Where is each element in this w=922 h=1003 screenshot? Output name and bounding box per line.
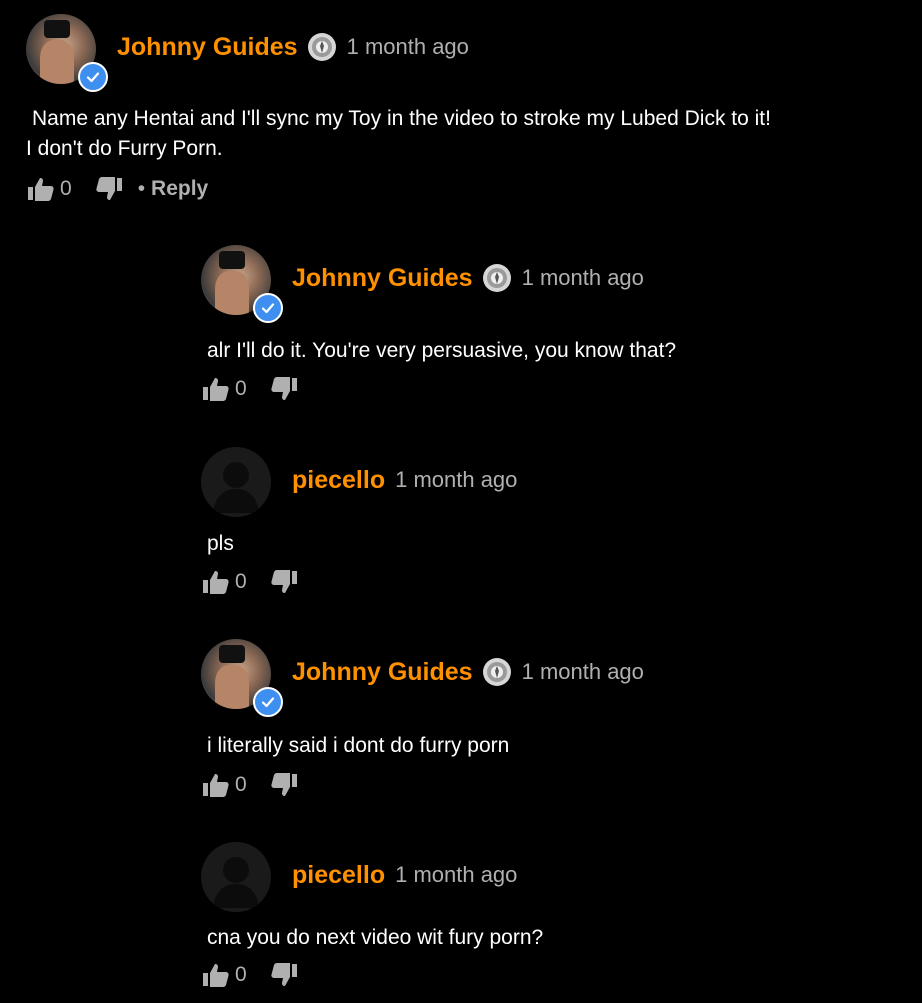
verified-icon bbox=[253, 293, 283, 323]
rank-badge-icon bbox=[482, 263, 512, 293]
thumbs-up-icon[interactable] bbox=[201, 770, 231, 800]
comment-header: piecello 1 month ago bbox=[292, 461, 517, 499]
thumbs-down-icon[interactable] bbox=[269, 567, 299, 597]
thumbs-down-icon[interactable] bbox=[94, 174, 124, 204]
avatar[interactable] bbox=[26, 14, 108, 92]
like-count: 0 bbox=[60, 177, 72, 200]
avatar[interactable] bbox=[201, 245, 283, 323]
rank-badge-icon bbox=[307, 32, 337, 62]
comment-time: 1 month ago bbox=[521, 265, 644, 290]
comment-text-line: pls bbox=[207, 532, 234, 555]
comment-header: Johnny Guides 1 month ago bbox=[292, 653, 644, 691]
like-count: 0 bbox=[235, 570, 247, 593]
comment-text-line: Name any Hentai and I'll sync my Toy in … bbox=[32, 107, 771, 130]
thumbs-up-icon[interactable] bbox=[201, 960, 231, 990]
default-avatar-icon bbox=[201, 447, 271, 517]
comment-actions: 0 • Reply bbox=[26, 174, 208, 204]
comment-time: 1 month ago bbox=[521, 659, 644, 684]
comment-text: Name any Hentai and I'll sync my Toy in … bbox=[26, 104, 771, 164]
username-link[interactable]: Johnny Guides bbox=[117, 33, 298, 62]
default-avatar-icon bbox=[201, 842, 271, 912]
separator-dot: • bbox=[137, 177, 146, 200]
comment-header: Johnny Guides 1 month ago bbox=[117, 28, 469, 66]
thumbs-up-icon[interactable] bbox=[201, 374, 231, 404]
rank-badge-icon bbox=[482, 657, 512, 687]
comment-actions: 0 bbox=[201, 770, 299, 800]
comment-time: 1 month ago bbox=[395, 862, 518, 887]
like-count: 0 bbox=[235, 773, 247, 796]
comment-text: alr I'll do it. You're very persuasive, … bbox=[207, 336, 676, 366]
comment-time: 1 month ago bbox=[395, 467, 518, 492]
avatar[interactable] bbox=[201, 639, 283, 717]
comment-text: pls bbox=[207, 529, 234, 559]
comment: Johnny Guides 1 month ago Name any Henta… bbox=[26, 14, 916, 214]
comment-header: piecello 1 month ago bbox=[292, 856, 517, 894]
thumbs-down-icon[interactable] bbox=[269, 960, 299, 990]
comment-text-line: I don't do Furry Porn. bbox=[26, 137, 223, 160]
reply-comment: Johnny Guides 1 month ago alr I'll do it… bbox=[201, 245, 901, 415]
comment-text-line: i literally said i dont do furry porn bbox=[207, 734, 510, 757]
like-count: 0 bbox=[235, 377, 247, 400]
thumbs-down-icon[interactable] bbox=[269, 374, 299, 404]
like-count: 0 bbox=[235, 963, 247, 986]
reply-comment: Johnny Guides 1 month ago i literally sa… bbox=[201, 639, 901, 809]
verified-icon bbox=[253, 687, 283, 717]
thumbs-up-icon[interactable] bbox=[26, 174, 56, 204]
thumbs-up-icon[interactable] bbox=[201, 567, 231, 597]
comment-actions: 0 bbox=[201, 960, 299, 990]
reply-button[interactable]: Reply bbox=[151, 177, 208, 201]
comment-text-line: alr I'll do it. You're very persuasive, … bbox=[207, 339, 677, 362]
thumbs-down-icon[interactable] bbox=[269, 770, 299, 800]
comment-header: Johnny Guides 1 month ago bbox=[292, 259, 644, 297]
verified-icon bbox=[78, 62, 108, 92]
username-link[interactable]: Johnny Guides bbox=[292, 658, 473, 687]
avatar[interactable] bbox=[201, 842, 271, 912]
comment-text: cna you do next video wit fury porn? bbox=[207, 923, 543, 953]
comment-time: 1 month ago bbox=[346, 34, 469, 59]
reply-comment: piecello 1 month ago cna you do next vid… bbox=[201, 842, 901, 1002]
username-link[interactable]: Johnny Guides bbox=[292, 264, 473, 293]
username-link[interactable]: piecello bbox=[292, 466, 385, 495]
comment-actions: 0 bbox=[201, 567, 299, 597]
comment-text: i literally said i dont do furry porn bbox=[207, 731, 509, 761]
reply-comment: piecello 1 month ago pls 0 bbox=[201, 447, 901, 617]
avatar[interactable] bbox=[201, 447, 271, 517]
comment-text-line: cna you do next video wit fury porn? bbox=[207, 926, 544, 949]
username-link[interactable]: piecello bbox=[292, 861, 385, 890]
comment-actions: 0 bbox=[201, 374, 299, 404]
